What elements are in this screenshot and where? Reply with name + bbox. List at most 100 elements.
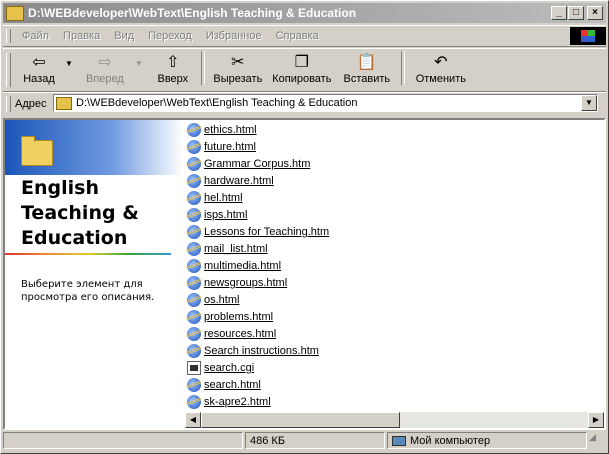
copy-label: Копировать	[272, 73, 332, 85]
forward-label: Вперед	[86, 73, 124, 85]
menu-grip[interactable]	[6, 29, 11, 43]
address-grip[interactable]	[6, 96, 11, 112]
html-document-icon	[187, 174, 201, 188]
paste-label: Вставить	[343, 73, 391, 85]
html-document-icon	[187, 293, 201, 307]
toolbar-grip[interactable]	[6, 53, 11, 87]
file-name: hel.html	[204, 192, 243, 204]
menu-favorites[interactable]: Избранное	[199, 30, 269, 42]
windows-logo-icon	[570, 27, 606, 45]
address-value: D:\WEBdeveloper\WebText\English Teaching…	[76, 97, 358, 109]
file-list-item[interactable]: mail_list.html	[187, 241, 268, 257]
file-list-item[interactable]: Search instructions.htm	[187, 343, 319, 359]
scroll-thumb[interactable]	[201, 412, 400, 428]
toolbar-separator	[200, 51, 205, 85]
toolbar-separator	[400, 51, 405, 85]
minimize-button[interactable]: _	[551, 6, 567, 20]
file-list-item[interactable]: resources.html	[187, 326, 276, 342]
title-bar[interactable]: D:\WEBdeveloper\WebText\English Teaching…	[3, 3, 606, 23]
html-document-icon	[187, 225, 201, 239]
file-list-item[interactable]: sk-apre2.html	[187, 394, 271, 410]
html-document-icon	[187, 327, 201, 341]
menu-help[interactable]: Справка	[269, 30, 326, 42]
file-name: resources.html	[204, 328, 277, 340]
content-area: English Teaching & Education Выберите эл…	[3, 118, 606, 430]
html-document-icon	[187, 208, 201, 222]
file-name: isps.html	[204, 209, 248, 221]
close-button[interactable]: ×	[587, 6, 603, 20]
file-list: ethics.html future.html Grammar Corpus.htm…	[185, 122, 601, 412]
file-name: multimedia.html	[204, 260, 282, 272]
file-name: Grammar Corpus.htm	[204, 158, 311, 170]
paste-icon: 📋	[356, 52, 377, 71]
menu-bar: Файл Правка Вид Переход Избранное Справк…	[3, 25, 606, 47]
address-label: Адрес	[15, 98, 47, 110]
file-list-item[interactable]: multimedia.html	[187, 258, 281, 274]
file-name: hardware.html	[204, 175, 274, 187]
horizontal-scrollbar[interactable]: ◀ ▶	[185, 412, 604, 428]
up-button[interactable]: ⇧ Вверх	[149, 49, 197, 87]
address-field[interactable]: D:\WEBdeveloper\WebText\English Teaching…	[53, 94, 598, 112]
file-list-item[interactable]: future.html	[187, 139, 256, 155]
back-arrow-icon: ⇦	[32, 52, 46, 71]
forward-button[interactable]: ⇨ Вперед	[79, 49, 131, 87]
file-list-item[interactable]: Lessons for Teaching.htm	[187, 224, 329, 240]
back-button[interactable]: ⇦ Назад	[17, 49, 61, 87]
html-document-icon	[187, 123, 201, 137]
copy-button[interactable]: ❐ Копировать	[267, 49, 337, 87]
html-document-icon	[187, 259, 201, 273]
maximize-button[interactable]: □	[568, 6, 584, 20]
file-name: ethics.html	[204, 124, 257, 136]
rainbow-divider	[5, 253, 171, 255]
menu-view[interactable]: Вид	[107, 30, 141, 42]
menu-edit[interactable]: Правка	[56, 30, 107, 42]
cut-button[interactable]: ✂ Вырезать	[209, 49, 267, 87]
address-bar: Адрес D:\WEBdeveloper\WebText\English Te…	[3, 92, 606, 115]
html-document-icon	[187, 276, 201, 290]
explorer-window: D:\WEBdeveloper\WebText\English Teaching…	[0, 0, 609, 454]
file-list-item[interactable]: Grammar Corpus.htm	[187, 156, 310, 172]
file-name: mail_list.html	[204, 243, 268, 255]
file-list-item[interactable]: problems.html	[187, 309, 273, 325]
menu-go[interactable]: Переход	[141, 30, 199, 42]
resize-grip[interactable]: ◢	[589, 432, 603, 449]
undo-button[interactable]: ↶ Отменить	[409, 49, 473, 87]
file-list-item[interactable]: os.html	[187, 292, 239, 308]
html-document-icon	[187, 395, 201, 409]
html-document-icon	[187, 157, 201, 171]
paste-button[interactable]: 📋 Вставить	[337, 49, 397, 87]
cut-label: Вырезать	[213, 73, 263, 85]
webview-info-pane: English Teaching & Education Выберите эл…	[5, 120, 183, 428]
file-name: Search instructions.htm	[204, 345, 319, 357]
menu-file[interactable]: Файл	[15, 30, 56, 42]
back-label: Назад	[23, 73, 55, 85]
status-bar: 486 КБ Мой компьютер ◢	[3, 432, 606, 451]
file-list-item[interactable]: newsgroups.html	[187, 275, 287, 291]
file-list-item[interactable]: isps.html	[187, 207, 247, 223]
undo-icon: ↶	[434, 52, 448, 71]
file-list-item[interactable]: hel.html	[187, 190, 243, 206]
up-folder-icon: ⇧	[166, 52, 180, 71]
script-file-icon	[187, 361, 201, 375]
scroll-right-button[interactable]: ▶	[588, 412, 604, 428]
undo-label: Отменить	[415, 73, 466, 85]
copy-icon: ❐	[294, 52, 310, 71]
html-document-icon	[187, 191, 201, 205]
file-list-item[interactable]: hardware.html	[187, 173, 274, 189]
up-label: Вверх	[157, 73, 189, 85]
file-name: Lessons for Teaching.htm	[204, 226, 330, 238]
scroll-left-button[interactable]: ◀	[185, 412, 201, 428]
status-objects	[3, 432, 243, 449]
file-list-item[interactable]: search.cgi	[187, 360, 254, 376]
back-dropdown-icon[interactable]: ▼	[65, 59, 73, 91]
file-name: os.html	[204, 294, 240, 306]
forward-dropdown-icon[interactable]: ▼	[135, 59, 143, 91]
address-dropdown-button[interactable]: ▼	[581, 95, 597, 111]
heading-line: Teaching &	[21, 202, 139, 224]
file-name: problems.html	[204, 311, 274, 323]
file-list-item[interactable]: search.html	[187, 377, 261, 393]
scissors-icon: ✂	[231, 52, 245, 71]
title-buttons: _ □ ×	[550, 6, 603, 20]
html-document-icon	[187, 378, 201, 392]
file-list-item[interactable]: ethics.html	[187, 122, 257, 138]
